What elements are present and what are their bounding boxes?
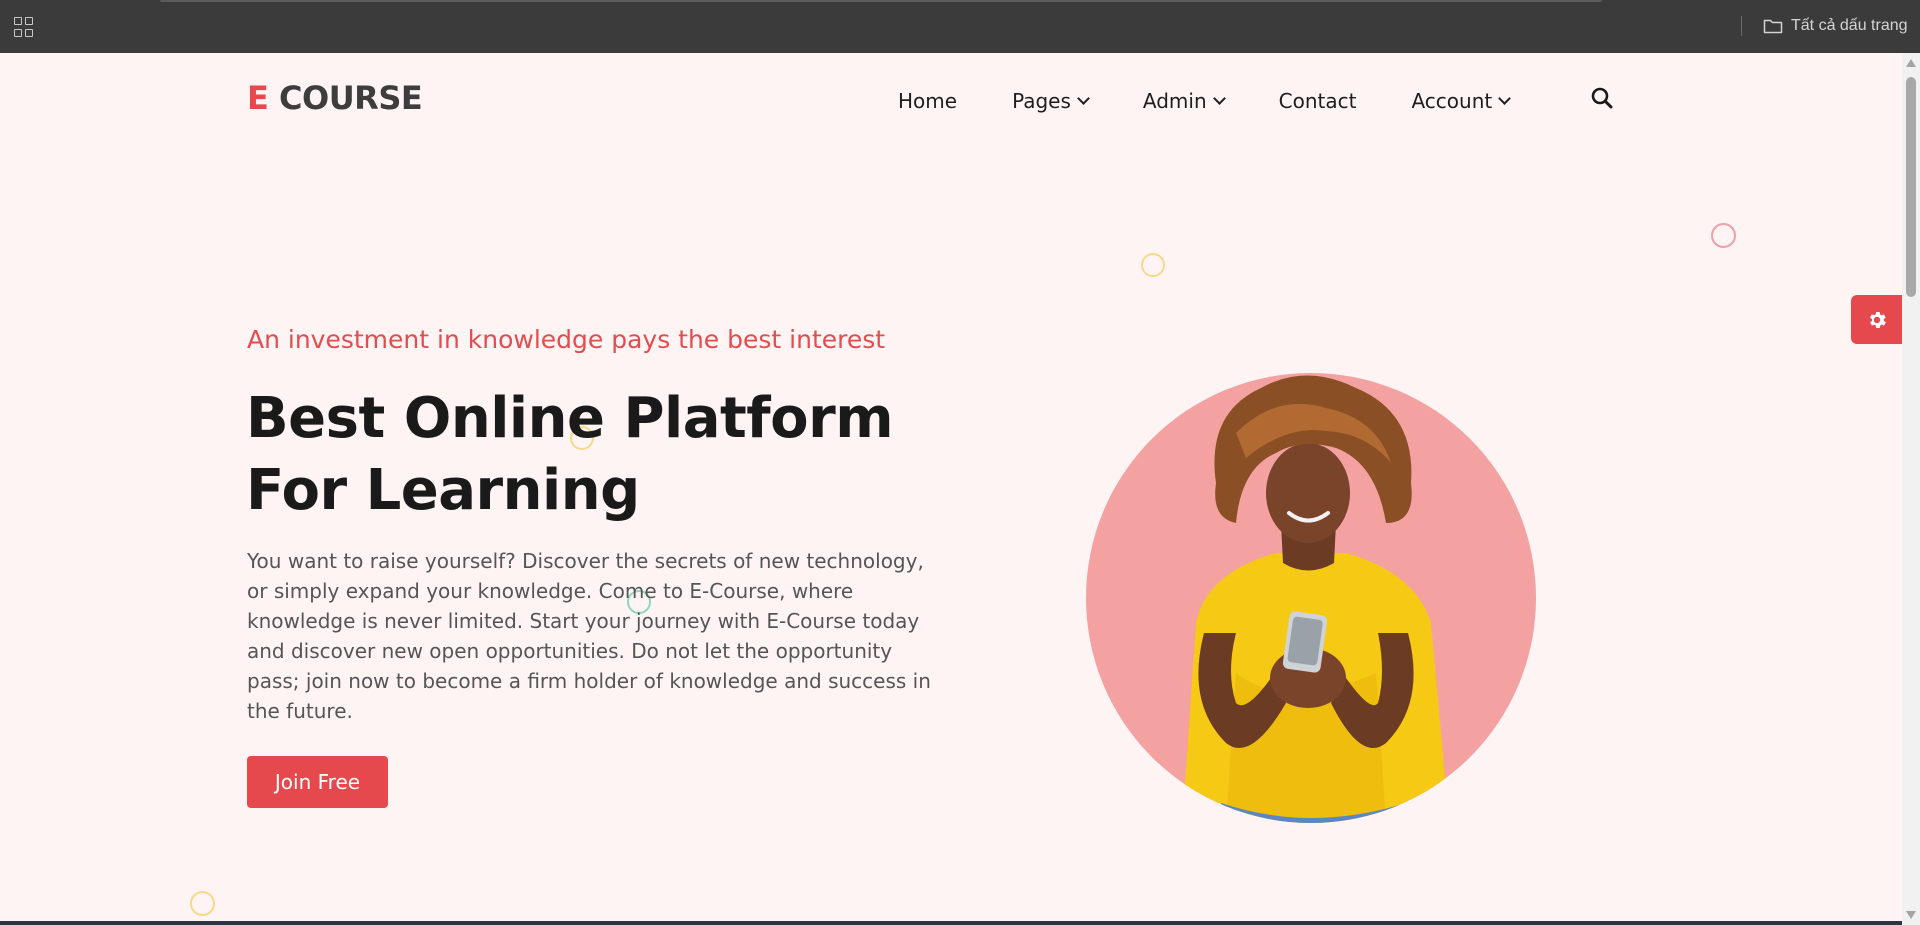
settings-button[interactable] [1851,295,1902,344]
nav-item-home[interactable]: Home [898,89,957,113]
nav-item-label: Pages [1012,89,1071,113]
decorative-ring [1141,253,1165,277]
hero-headline: Best Online Platform For Learning [246,383,946,527]
nav-item-label: Home [898,89,958,113]
chevron-down-icon [1498,91,1512,105]
chevron-down-icon [1077,91,1090,105]
decorative-ring [190,891,215,916]
folder-icon [1763,19,1783,34]
hero-image [1086,373,1536,823]
decorative-ring [1711,223,1736,248]
scroll-up-arrow-icon[interactable] [1906,59,1916,67]
logo-accent: E [247,79,269,117]
site-logo[interactable]: E COURSE [247,79,423,117]
scrollbar-thumb[interactable] [1906,77,1916,297]
nav-item-label: Account [1411,89,1493,113]
hero-subtitle: An investment in knowledge pays the best… [247,325,886,354]
all-bookmarks-button[interactable]: Tất cả dấu trang [1763,15,1908,37]
nav-item-admin[interactable]: Admin [1142,89,1226,113]
nav-item-account[interactable]: Account [1411,89,1512,113]
bookmarks-bar: Tất cả dấu trang [0,0,1920,53]
all-bookmarks-label: Tất cả dấu trang [1791,17,1908,34]
tab-strip-edge [160,0,1602,2]
apps-grid-icon[interactable] [14,17,34,37]
hero-headline-line1: Best Online Platform [246,386,894,451]
page-viewport: E COURSE Home Pages Admin Contact Accoun… [0,53,1902,925]
hero-headline-line2: For Learning [246,458,640,523]
nav-item-pages[interactable]: Pages [1012,89,1090,113]
scroll-down-arrow-icon[interactable] [1906,911,1916,919]
nav-item-label: Contact [1278,89,1357,113]
search-icon[interactable] [1591,87,1613,109]
bookmarks-separator [1741,16,1742,36]
nav-item-contact[interactable]: Contact [1279,89,1357,113]
main-nav: Home Pages Admin Contact Account [898,83,1512,119]
gear-icon [1869,311,1886,328]
nav-item-label: Admin [1142,89,1207,113]
woman-with-phone-illustration [1182,375,1450,823]
page-scrollbar[interactable] [1902,53,1920,925]
logo-text: COURSE [279,79,423,117]
hero-description: You want to raise yourself? Discover the… [247,549,931,723]
join-free-button[interactable]: Join Free [247,756,388,808]
chevron-down-icon [1212,91,1226,105]
next-section-edge [0,921,1902,925]
